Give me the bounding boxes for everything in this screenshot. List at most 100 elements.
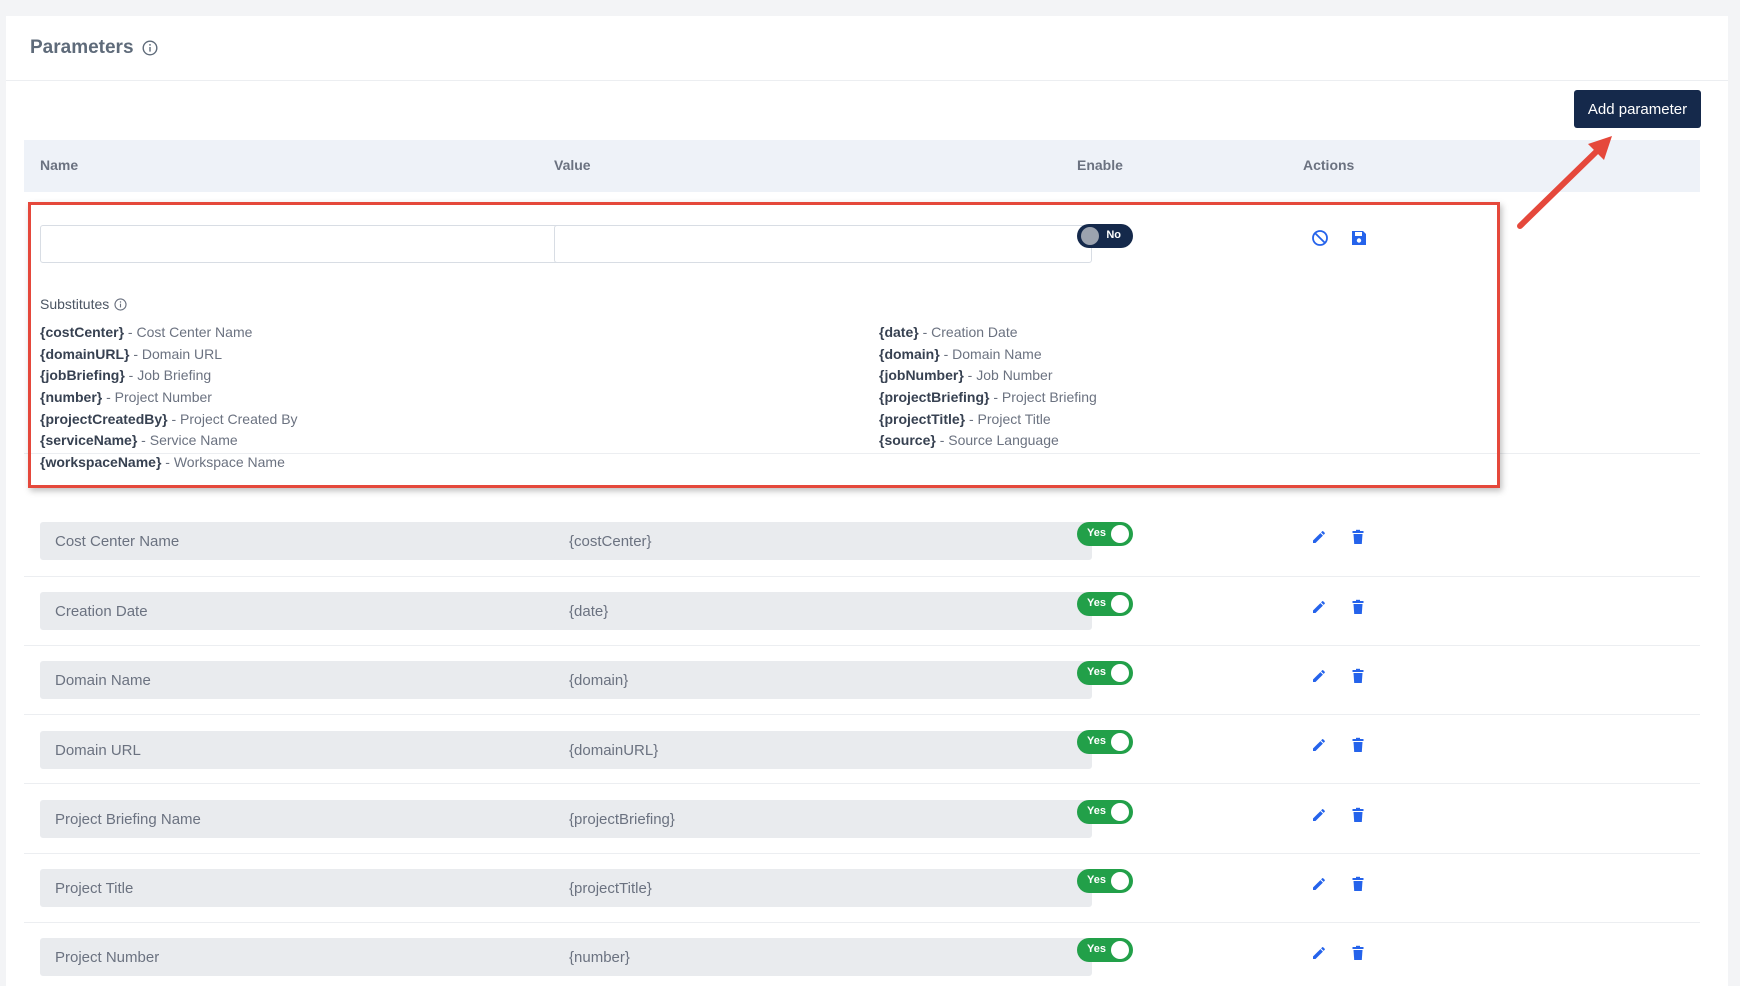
substitute-item: {projectTitle} - Project Title (879, 411, 1097, 433)
substitute-item: {source} - Source Language (879, 432, 1097, 454)
column-header-actions: Actions (1303, 157, 1355, 173)
trash-icon[interactable] (1348, 597, 1368, 617)
value-field[interactable] (554, 661, 1092, 699)
name-field[interactable] (40, 869, 578, 907)
table-row: Yes (24, 576, 1700, 646)
table-row: Yes (24, 714, 1700, 784)
value-field[interactable] (554, 800, 1092, 838)
new-value-input[interactable] (554, 225, 1092, 263)
substitute-desc: - Creation Date (918, 324, 1018, 340)
toggle-label: Yes (1087, 666, 1106, 678)
enable-toggle[interactable]: Yes (1077, 938, 1133, 962)
column-header-name: Name (40, 157, 79, 173)
substitute-token: {domain} (879, 345, 940, 362)
substitute-token: {projectCreatedBy} (40, 410, 168, 427)
toggle-knob (1111, 941, 1129, 959)
trash-icon[interactable] (1348, 735, 1368, 755)
table-row: Yes (24, 507, 1700, 577)
substitute-token: {domainURL} (40, 345, 130, 362)
column-header-enable: Enable (1077, 157, 1123, 173)
substitute-desc: - Domain URL (129, 345, 223, 362)
name-field[interactable] (40, 592, 578, 630)
value-field[interactable] (554, 592, 1092, 630)
ban-icon[interactable] (1310, 228, 1330, 248)
table-row: Yes (24, 922, 1700, 976)
substitute-item: {domainURL} - Domain URL (40, 346, 298, 368)
substitute-item: {jobBriefing} - Job Briefing (40, 367, 298, 389)
substitute-desc: - Job Briefing (124, 367, 212, 384)
substitute-token: {projectBriefing} (879, 389, 990, 406)
value-field[interactable] (554, 869, 1092, 907)
enable-toggle[interactable]: Yes (1077, 592, 1133, 616)
enable-toggle[interactable]: Yes (1077, 800, 1133, 824)
table-row: Yes (24, 784, 1700, 854)
substitutes-label: Substitutes (40, 296, 110, 312)
substitutes-list-right: {date} - Creation Date {domain} - Domain… (879, 324, 1097, 454)
table-header: Name Value Enable Actions (24, 140, 1700, 192)
page-title: Parameters (30, 37, 134, 58)
info-circle-icon[interactable] (114, 297, 127, 311)
table-row: Yes (24, 853, 1700, 923)
trash-icon[interactable] (1348, 527, 1368, 547)
name-field[interactable] (40, 522, 578, 560)
substitute-token: {date} (879, 324, 919, 340)
toggle-knob (1111, 525, 1129, 543)
substitutes-list-left: {costCenter} - Cost Center Name {domainU… (40, 324, 298, 476)
trash-icon[interactable] (1348, 805, 1368, 825)
substitute-desc: - Project Briefing (989, 389, 1097, 406)
substitute-desc: - Job Number (963, 367, 1053, 384)
trash-icon[interactable] (1348, 874, 1368, 894)
toggle-label: Yes (1087, 597, 1106, 609)
substitute-item: {projectCreatedBy} - Project Created By (40, 411, 298, 433)
value-field[interactable] (554, 522, 1092, 560)
toggle-knob (1111, 872, 1129, 890)
toggle-label: Yes (1087, 805, 1106, 817)
substitute-item: {projectBriefing} - Project Briefing (879, 389, 1097, 411)
substitute-token: {serviceName} (40, 432, 138, 449)
trash-icon[interactable] (1348, 943, 1368, 963)
info-circle-icon[interactable] (142, 40, 158, 56)
trash-icon[interactable] (1348, 666, 1368, 686)
substitute-desc: - Project Created By (167, 410, 298, 427)
toggle-label: Yes (1087, 874, 1106, 886)
new-name-input[interactable] (40, 225, 578, 263)
substitute-desc: - Source Language (935, 432, 1059, 449)
pencil-icon[interactable] (1309, 666, 1329, 686)
substitutes-title: Substitutes (40, 296, 127, 312)
new-parameter-row: No Substitutes {costCenter} - Cost Cente… (24, 192, 1700, 470)
pencil-icon[interactable] (1309, 874, 1329, 894)
name-field[interactable] (40, 938, 578, 976)
pencil-icon[interactable] (1309, 527, 1329, 547)
substitute-item: {date} - Creation Date (879, 324, 1097, 346)
add-parameter-button[interactable]: Add parameter (1574, 90, 1701, 128)
name-field[interactable] (40, 731, 578, 769)
pencil-icon[interactable] (1309, 735, 1329, 755)
value-field[interactable] (554, 731, 1092, 769)
toggle-label: Yes (1087, 735, 1106, 747)
toggle-label: No (1106, 229, 1121, 241)
name-field[interactable] (40, 800, 578, 838)
toggle-label: Yes (1087, 943, 1106, 955)
substitute-desc: - Service Name (137, 432, 238, 449)
floppy-disk-icon[interactable] (1349, 228, 1369, 248)
substitute-desc: - Workspace Name (161, 454, 285, 471)
value-field[interactable] (554, 938, 1092, 976)
substitute-desc: - Project Number (102, 389, 212, 406)
substitute-item: {workspaceName} - Workspace Name (40, 454, 298, 476)
pencil-icon[interactable] (1309, 597, 1329, 617)
enable-toggle[interactable]: Yes (1077, 730, 1133, 754)
enable-toggle[interactable]: Yes (1077, 522, 1133, 546)
enable-toggle[interactable]: Yes (1077, 661, 1133, 685)
pencil-icon[interactable] (1309, 805, 1329, 825)
substitute-item: {jobNumber} - Job Number (879, 367, 1097, 389)
enable-toggle[interactable]: Yes (1077, 869, 1133, 893)
toggle-knob (1081, 227, 1099, 245)
table-row: Yes (24, 645, 1700, 715)
substitute-token: {number} (40, 389, 103, 406)
new-enable-toggle[interactable]: No (1077, 224, 1133, 248)
name-field[interactable] (40, 661, 578, 699)
pencil-icon[interactable] (1309, 943, 1329, 963)
toggle-knob (1111, 733, 1129, 751)
substitute-item: {domain} - Domain Name (879, 346, 1097, 368)
substitute-item: {costCenter} - Cost Center Name (40, 324, 298, 346)
